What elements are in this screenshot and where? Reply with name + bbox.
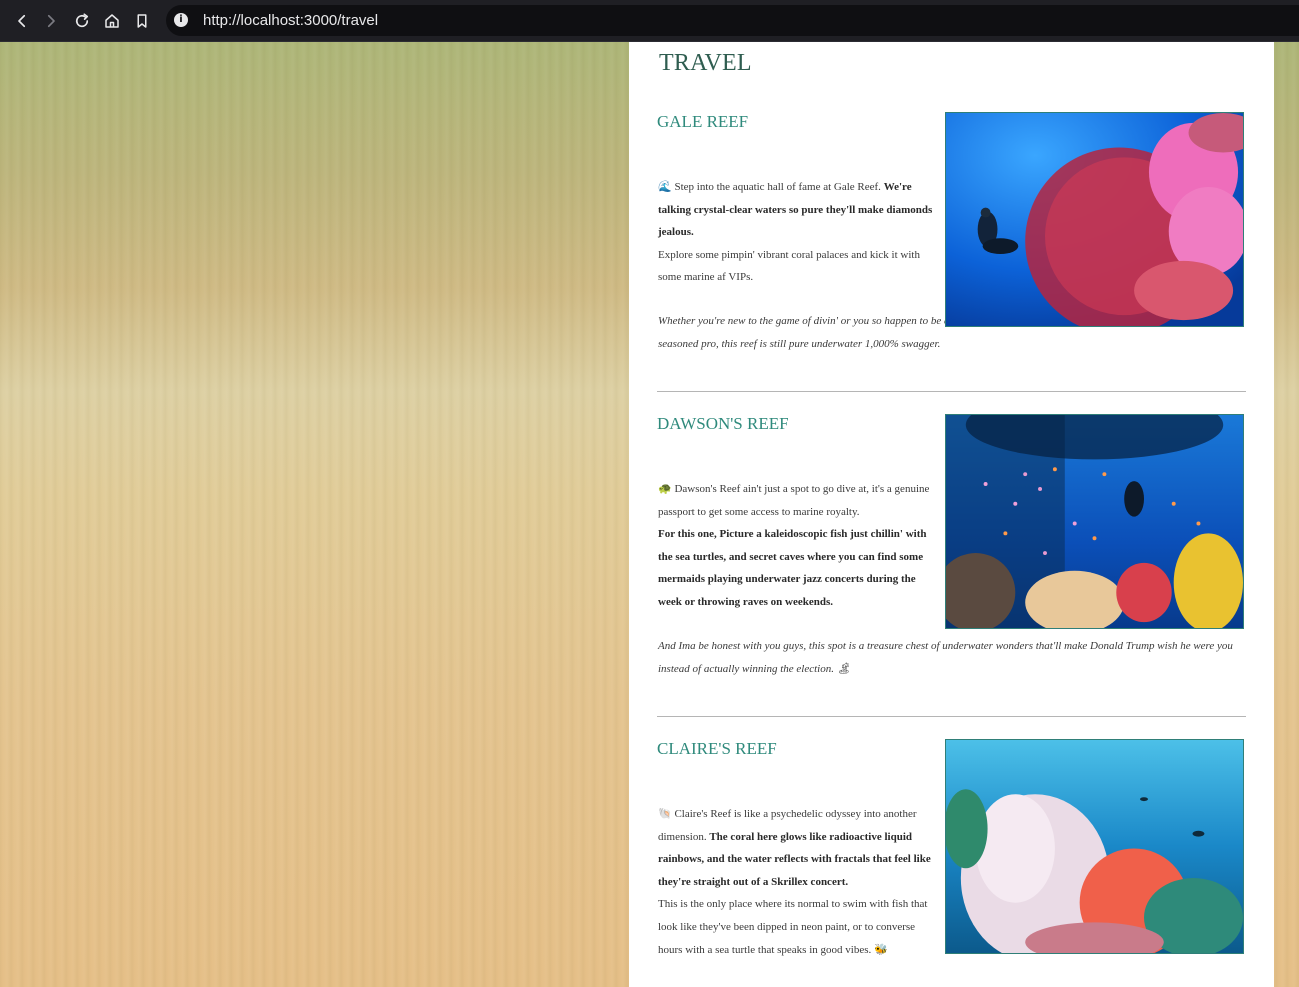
reload-icon[interactable]: [69, 8, 95, 34]
section-divider: [657, 391, 1246, 392]
reef-title: CLAIRE'S REEF: [657, 739, 777, 758]
section-divider: [657, 716, 1246, 717]
back-icon[interactable]: [9, 8, 35, 34]
reef-description: 🐚 Claire's Reef is like a psychedelic od…: [658, 807, 931, 956]
island-icon: 🏝: [836, 661, 851, 675]
content-panel: TRAVEL GALE REEF 🌊 Step into the aquatic…: [629, 42, 1274, 987]
bee-icon: 🐝: [874, 942, 888, 956]
wave-icon: 🌊: [658, 180, 672, 193]
page-title: TRAVEL: [659, 50, 752, 76]
reef-claire-photo: [945, 739, 1244, 954]
forward-icon[interactable]: [38, 8, 64, 34]
address-bar[interactable]: i http://localhost:3000/travel: [166, 5, 1299, 36]
url-text[interactable]: http://localhost:3000/travel: [203, 12, 378, 29]
bookmark-icon[interactable]: [129, 8, 155, 34]
reef-italic-note: And Ima be honest with you guys, this sp…: [658, 640, 1233, 675]
reef-title: DAWSON'S REEF: [657, 414, 789, 433]
browser-toolbar: i http://localhost:3000/travel: [0, 0, 1299, 42]
site-info-icon[interactable]: i: [174, 13, 188, 27]
turtle-icon: 🐢: [658, 482, 672, 495]
reef-description: 🌊 Step into the aquatic hall of fame at …: [658, 180, 933, 284]
shell-icon: 🐚: [658, 807, 672, 820]
reef-description: 🐢 Dawson's Reef ain't just a spot to go …: [658, 482, 930, 608]
reef-title: GALE REEF: [657, 112, 749, 131]
reef-dawson-photo: [945, 414, 1244, 629]
reef-gale: GALE REEF 🌊 Step into the aquatic hall o…: [657, 112, 1246, 357]
reef-italic-note: Whether you're new to the game of divin'…: [658, 315, 950, 350]
home-icon[interactable]: [99, 8, 125, 34]
reef-gale-photo: [945, 112, 1244, 327]
reef-dawson: DAWSON'S REEF 🐢 Dawson's Reef ain't just…: [657, 414, 1246, 684]
reef-claire: CLAIRE'S REEF 🐚 Claire's Reef is like a …: [657, 739, 1246, 987]
